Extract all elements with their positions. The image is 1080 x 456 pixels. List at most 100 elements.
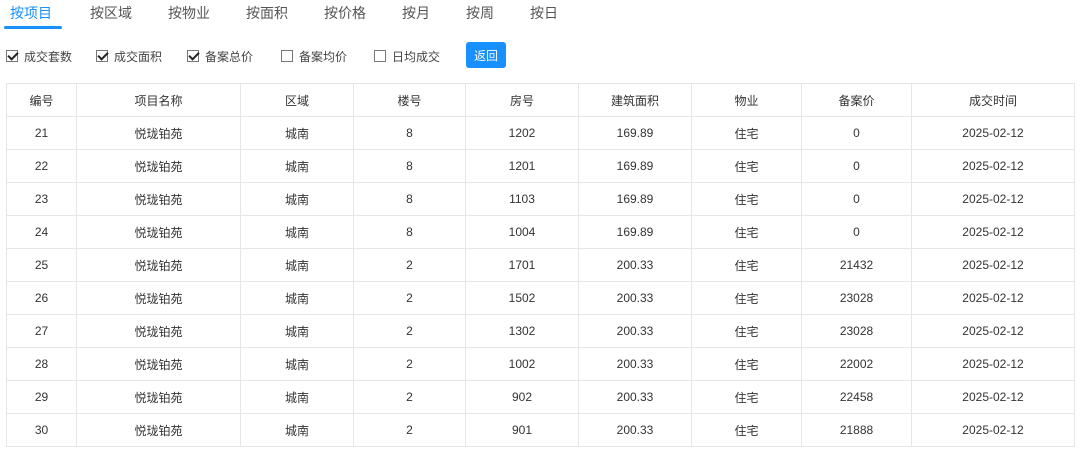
tab-bar: 按项目 按区域 按物业 按面积 按价格 按月 按周 按日	[0, 0, 1080, 32]
table-cell: 城南	[240, 215, 354, 249]
table-cell: 2025-02-12	[911, 116, 1075, 150]
table-cell: 城南	[240, 281, 354, 315]
table-row: 29 悦珑铂苑 城南 2 902 200.33 住宅 22458 2025-02-12	[6, 380, 1075, 414]
table-cell: 住宅	[691, 281, 802, 315]
table-cell: 21888	[801, 413, 912, 447]
table-cell: 26	[6, 281, 77, 315]
table-cell: 1701	[465, 248, 579, 282]
tab-by-region[interactable]: 按区域	[90, 4, 132, 22]
table-cell: 200.33	[578, 347, 692, 381]
table-cell: 22002	[801, 347, 912, 381]
table-cell: 1302	[465, 314, 579, 348]
table-cell: 23028	[801, 281, 912, 315]
checkbox-filed-total-price[interactable]: 备案总价	[187, 47, 253, 65]
table-cell: 城南	[240, 314, 354, 348]
tab-by-month[interactable]: 按月	[402, 4, 430, 22]
table-cell: 200.33	[578, 314, 692, 348]
checkbox-box[interactable]	[187, 50, 199, 62]
checkbox-daily-avg-deals[interactable]: 日均成交	[374, 47, 440, 65]
table-cell: 2	[353, 347, 466, 381]
table-cell: 城南	[240, 149, 354, 183]
tab-by-project[interactable]: 按项目	[10, 4, 52, 22]
table-cell: 城南	[240, 413, 354, 447]
table-cell: 住宅	[691, 248, 802, 282]
checkbox-filed-avg-price[interactable]: 备案均价	[281, 47, 347, 65]
table-cell: 住宅	[691, 314, 802, 348]
table-cell: 25	[6, 248, 77, 282]
table-cell: 169.89	[578, 116, 692, 150]
col-header-property-type: 物业	[691, 83, 802, 117]
table-cell: 8	[353, 182, 466, 216]
checkbox-box[interactable]	[281, 50, 293, 62]
checkbox-label: 备案均价	[299, 49, 348, 64]
table-cell: 1502	[465, 281, 579, 315]
checkbox-box[interactable]	[96, 50, 108, 62]
table-cell: 悦珑铂苑	[76, 413, 241, 447]
table-cell: 0	[801, 116, 912, 150]
table-cell: 住宅	[691, 380, 802, 414]
table-row: 23 悦珑铂苑 城南 8 1103 169.89 住宅 0 2025-02-12	[6, 182, 1075, 216]
table-cell: 悦珑铂苑	[76, 149, 241, 183]
table-cell: 悦珑铂苑	[76, 116, 241, 150]
table-cell: 0	[801, 182, 912, 216]
table-row: 27 悦珑铂苑 城南 2 1302 200.33 住宅 23028 2025-02-12	[6, 314, 1075, 348]
table-cell: 城南	[240, 248, 354, 282]
table-cell: 169.89	[578, 149, 692, 183]
table-cell: 城南	[240, 347, 354, 381]
table-cell: 悦珑铂苑	[76, 281, 241, 315]
table-cell: 169.89	[578, 182, 692, 216]
table-cell: 住宅	[691, 413, 802, 447]
table-cell: 悦珑铂苑	[76, 314, 241, 348]
table-cell: 200.33	[578, 281, 692, 315]
tab-by-price[interactable]: 按价格	[324, 4, 366, 22]
table-cell: 2	[353, 380, 466, 414]
table-cell: 21432	[801, 248, 912, 282]
table-cell: 1002	[465, 347, 579, 381]
table-cell: 0	[801, 215, 912, 249]
table-cell: 城南	[240, 182, 354, 216]
col-header-id: 编号	[6, 83, 77, 117]
table-cell: 2025-02-12	[911, 149, 1075, 183]
checkbox-box[interactable]	[374, 50, 386, 62]
col-header-building: 楼号	[353, 83, 466, 117]
checkbox-box[interactable]	[6, 50, 18, 62]
table-cell: 住宅	[691, 116, 802, 150]
table-row: 21 悦珑铂苑 城南 8 1202 169.89 住宅 0 2025-02-12	[6, 116, 1075, 150]
table-cell: 21	[6, 116, 77, 150]
checkbox-deal-area[interactable]: 成交面积	[96, 47, 162, 65]
table-row: 30 悦珑铂苑 城南 2 901 200.33 住宅 21888 2025-02-12	[6, 413, 1075, 447]
tab-by-area[interactable]: 按面积	[246, 4, 288, 22]
tab-by-day[interactable]: 按日	[530, 4, 558, 22]
table-cell: 22	[6, 149, 77, 183]
checkbox-deal-count[interactable]: 成交套数	[6, 47, 72, 65]
table-cell: 2025-02-12	[911, 380, 1075, 414]
table-cell: 8	[353, 116, 466, 150]
table-cell: 8	[353, 149, 466, 183]
table-cell: 2025-02-12	[911, 182, 1075, 216]
table-cell: 902	[465, 380, 579, 414]
col-header-room: 房号	[465, 83, 579, 117]
table-cell: 住宅	[691, 215, 802, 249]
table-cell: 1103	[465, 182, 579, 216]
table-header-row: 编号 项目名称 区域 楼号 房号 建筑面积 物业 备案价 成交时间	[6, 83, 1075, 117]
table-cell: 悦珑铂苑	[76, 182, 241, 216]
back-button[interactable]: 返回	[466, 42, 506, 68]
checkbox-label: 成交套数	[24, 49, 73, 64]
table-cell: 2025-02-12	[911, 347, 1075, 381]
checkbox-label: 备案总价	[205, 49, 254, 64]
table-cell: 2	[353, 248, 466, 282]
checkbox-label: 成交面积	[114, 49, 163, 64]
active-tab-indicator	[4, 26, 62, 29]
col-header-filed-price: 备案价	[801, 83, 912, 117]
table-cell: 901	[465, 413, 579, 447]
table-cell: 22458	[801, 380, 912, 414]
table-cell: 2025-02-12	[911, 281, 1075, 315]
tab-by-property-type[interactable]: 按物业	[168, 4, 210, 22]
table-cell: 200.33	[578, 248, 692, 282]
table-cell: 2	[353, 281, 466, 315]
tab-by-week[interactable]: 按周	[466, 4, 494, 22]
table-row: 28 悦珑铂苑 城南 2 1002 200.33 住宅 22002 2025-02-12	[6, 347, 1075, 381]
col-header-region: 区域	[240, 83, 354, 117]
table-cell: 2025-02-12	[911, 413, 1075, 447]
col-header-deal-date: 成交时间	[911, 83, 1075, 117]
